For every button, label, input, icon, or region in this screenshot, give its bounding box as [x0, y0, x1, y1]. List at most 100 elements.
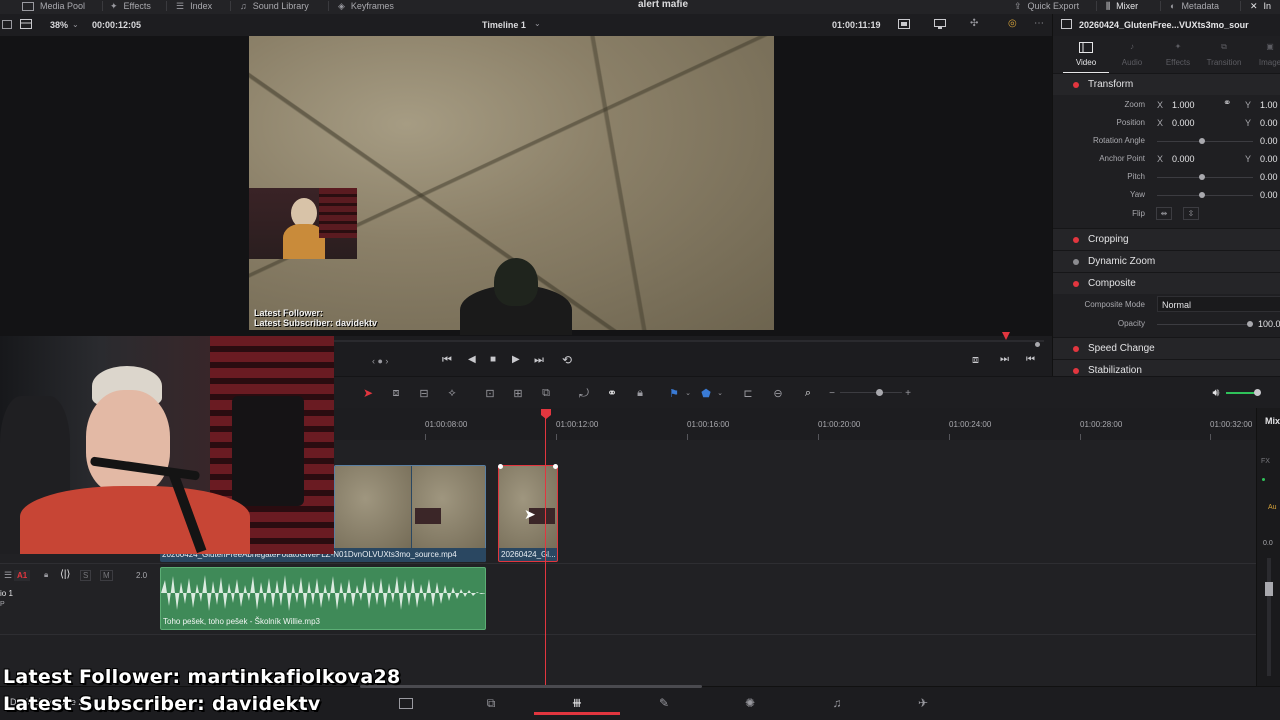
lock-icon[interactable]: 🔒︎: [632, 385, 648, 401]
track-auto-select-icon[interactable]: ⟨|⟩: [60, 569, 70, 580]
media-pool-button[interactable]: Media Pool: [22, 0, 85, 12]
rotation-field[interactable]: 0.00: [1260, 136, 1278, 146]
position-y-field[interactable]: 0.00: [1260, 118, 1278, 128]
snapping-icon[interactable]: ⤾: [576, 385, 592, 401]
edit-page-icon[interactable]: ⧻: [569, 695, 585, 710]
timeline-selector[interactable]: Timeline 1: [482, 20, 526, 30]
effects-button[interactable]: ✦ Effects: [110, 0, 151, 12]
cropping-section-header[interactable]: Cropping: [1053, 228, 1280, 250]
flip-horizontal-icon[interactable]: ⇹: [1156, 207, 1172, 220]
blade-tool-icon[interactable]: ⟡: [444, 385, 460, 401]
viewer-size-icon[interactable]: [898, 19, 910, 29]
zoom-detail-icon[interactable]: ⊖: [770, 385, 786, 401]
position-x-field[interactable]: 0.000: [1172, 118, 1195, 128]
color-wheel-icon[interactable]: ◎: [1008, 18, 1017, 29]
tab-video[interactable]: Video: [1063, 42, 1109, 67]
index-button[interactable]: ☰ Index: [176, 0, 212, 12]
stabilization-enable-toggle[interactable]: [1073, 368, 1079, 374]
more-icon[interactable]: ⋯: [1034, 18, 1044, 29]
anchor-x-field[interactable]: 0.000: [1172, 154, 1195, 164]
skip-to-start-icon[interactable]: ⏮: [442, 354, 452, 367]
mute-button[interactable]: M: [100, 570, 113, 581]
keyframes-button[interactable]: ◈ Keyframes: [338, 0, 394, 12]
previous-clip-icon[interactable]: ⏮: [1026, 354, 1035, 365]
play-icon[interactable]: ▶: [512, 354, 520, 365]
zoom-y-field[interactable]: 1.00: [1260, 100, 1278, 110]
jog-icon[interactable]: ‹ ● ›: [372, 356, 388, 366]
timeline-playhead[interactable]: [545, 414, 546, 686]
tab-effects[interactable]: ✦ Effects: [1155, 42, 1201, 67]
tab-transition[interactable]: ⧉ Transition: [1201, 42, 1247, 67]
clip-trim-handle-right[interactable]: [553, 464, 558, 469]
overwrite-clip-icon[interactable]: ⊞: [510, 385, 526, 401]
loop-icon[interactable]: ⟲: [562, 353, 572, 367]
track-list-icon[interactable]: ☰: [4, 570, 12, 581]
dynamic-zoom-section-header[interactable]: Dynamic Zoom: [1053, 250, 1280, 272]
audio-track-id[interactable]: A1: [14, 570, 31, 581]
track-lock-icon[interactable]: 🔒︎: [44, 570, 48, 580]
transform-section-header[interactable]: Transform: [1053, 73, 1280, 95]
pitch-slider[interactable]: [1199, 174, 1205, 180]
next-clip-icon[interactable]: ⏭: [1000, 354, 1009, 365]
zoom-x-field[interactable]: 1.000: [1172, 100, 1195, 110]
timeline-horizontal-scrollbar[interactable]: [360, 685, 702, 688]
zoom-out-icon[interactable]: −: [824, 385, 840, 401]
fusion-page-icon[interactable]: ✎: [656, 696, 672, 710]
anchor-y-field[interactable]: 0.00: [1260, 154, 1278, 164]
quick-export-button[interactable]: ⇪ Quick Export: [1014, 0, 1079, 12]
flag-chevron-icon[interactable]: ⌄: [680, 385, 696, 401]
cropping-enable-toggle[interactable]: [1073, 237, 1079, 243]
chevron-down-icon[interactable]: ⌄: [72, 20, 79, 29]
media-page-icon[interactable]: [398, 696, 414, 710]
link-clips-icon[interactable]: ⚭: [604, 385, 620, 401]
composite-enable-toggle[interactable]: [1073, 281, 1079, 287]
layout-icon[interactable]: [20, 19, 32, 29]
pitch-field[interactable]: 0.00: [1260, 172, 1278, 182]
rotation-slider[interactable]: [1199, 138, 1205, 144]
trim-tool-icon[interactable]: ⧈: [388, 385, 404, 401]
composite-section-header[interactable]: Composite: [1053, 272, 1280, 294]
zoom-custom-icon[interactable]: ⌕: [800, 385, 816, 401]
mixer-button[interactable]: ⫼ Mixer: [1106, 0, 1138, 12]
solo-button[interactable]: S: [80, 570, 92, 581]
flip-vertical-icon[interactable]: ⇳: [1183, 207, 1199, 220]
transform-enable-toggle[interactable]: [1073, 82, 1079, 88]
fairlight-page-icon[interactable]: ♫: [829, 696, 845, 710]
replace-clip-icon[interactable]: ⧉: [538, 385, 554, 401]
metadata-button[interactable]: ◐ Metadata: [1170, 0, 1219, 12]
viewer-scrubber[interactable]: [334, 340, 1044, 342]
yaw-slider[interactable]: [1199, 192, 1205, 198]
mixer-fx-label[interactable]: FX: [1261, 458, 1270, 465]
zoom-in-icon[interactable]: +: [900, 385, 916, 401]
marker-chevron-icon[interactable]: ⌄: [712, 385, 728, 401]
dynamic-trim-icon[interactable]: ⊟: [416, 385, 432, 401]
cut-page-icon[interactable]: ⧉: [483, 696, 499, 710]
audio-track-name[interactable]: io 1: [0, 589, 13, 598]
speed-change-section-header[interactable]: Speed Change: [1053, 337, 1280, 359]
inspector-button[interactable]: ✕ In: [1250, 0, 1271, 12]
stabilization-section-header[interactable]: Stabilization: [1053, 359, 1280, 376]
mixer-fader[interactable]: [1265, 582, 1273, 596]
selection-tool-icon[interactable]: ➤: [360, 385, 376, 401]
timeline-chevron-icon[interactable]: ⌄: [534, 19, 541, 28]
audio-clip[interactable]: Toho pešek, toho pešek - Školník Willie.…: [160, 567, 486, 630]
sound-library-button[interactable]: ♫ Sound Library: [240, 0, 309, 12]
master-volume-slider[interactable]: [1254, 389, 1261, 396]
link-icon[interactable]: ⚭: [1223, 98, 1231, 109]
tab-image[interactable]: ▣ Image: [1247, 42, 1280, 67]
zoom-full-icon[interactable]: ⊏: [740, 385, 756, 401]
insert-clip-icon[interactable]: ⊡: [482, 385, 498, 401]
match-frame-icon[interactable]: ⧈: [972, 354, 979, 367]
clip-trim-handle-left[interactable]: [498, 464, 503, 469]
volume-icon[interactable]: 🔊︎: [1208, 385, 1224, 401]
tab-audio[interactable]: ♪ Audio: [1109, 42, 1155, 67]
dynamic-zoom-enable-toggle[interactable]: [1073, 259, 1079, 265]
composite-mode-dropdown[interactable]: Normal: [1157, 296, 1280, 312]
skip-to-end-icon[interactable]: ⏭: [534, 354, 544, 367]
opacity-slider[interactable]: [1247, 321, 1253, 327]
stop-icon[interactable]: ■: [490, 354, 496, 365]
zoom-level[interactable]: 38%: [50, 20, 68, 30]
timeline-ruler[interactable]: 01:00:08:00 01:00:12:00 01:00:16:00 01:0…: [334, 408, 1256, 440]
opacity-field[interactable]: 100.0: [1258, 319, 1280, 329]
timeline-zoom-slider[interactable]: [876, 389, 883, 396]
